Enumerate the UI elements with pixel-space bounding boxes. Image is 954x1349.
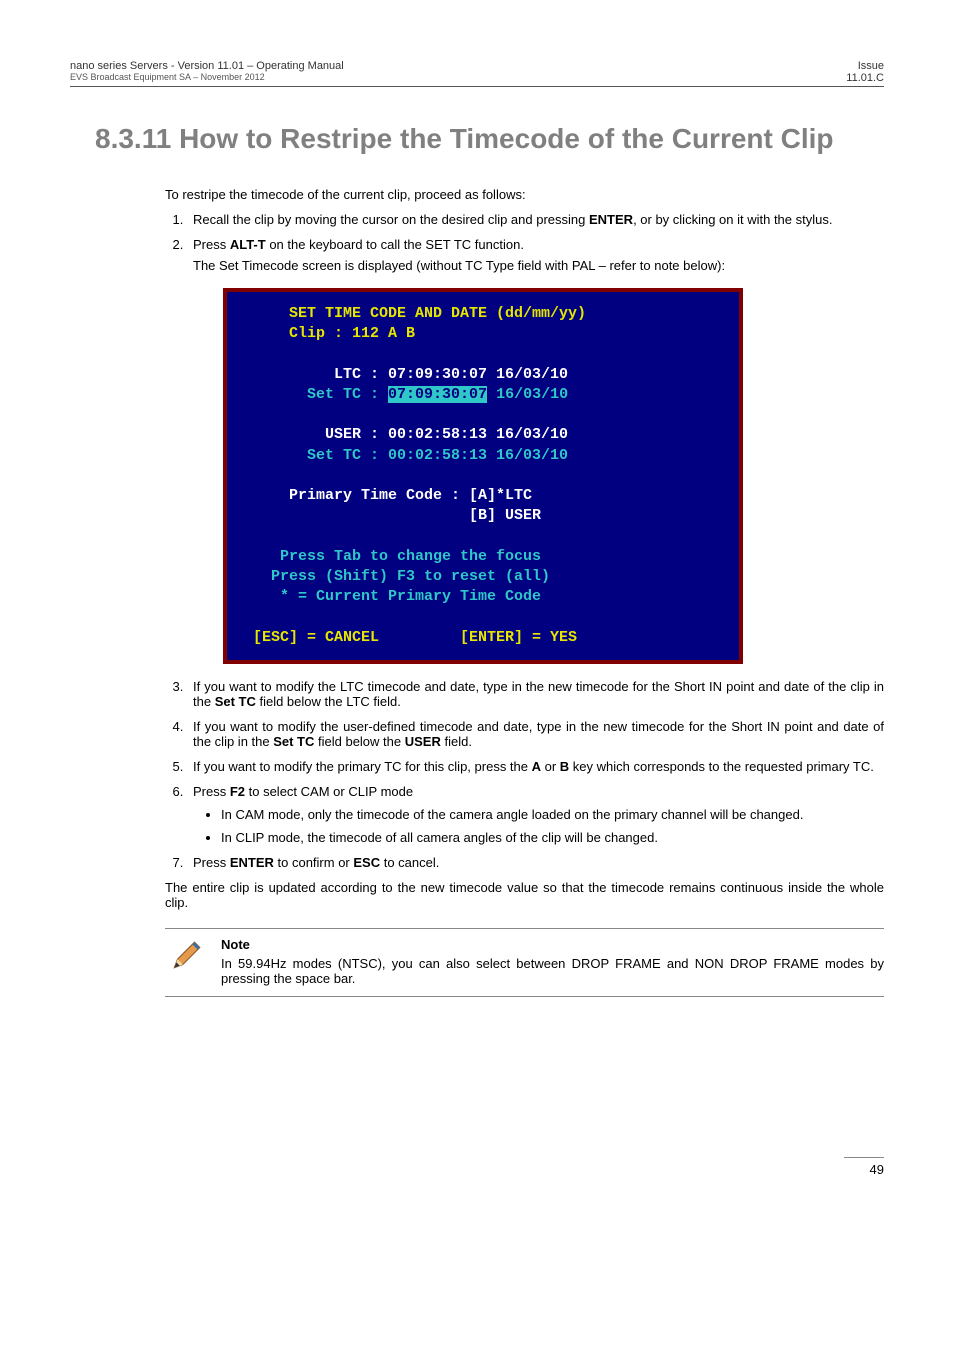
step-5-text-b: or: [541, 759, 560, 774]
header-right-sub: 11.01.C: [846, 72, 884, 84]
step-5-key-a: A: [532, 759, 541, 774]
page-number: 49: [844, 1157, 884, 1177]
steps-list: Recall the clip by moving the cursor on …: [165, 212, 884, 870]
term-line-7: Primary Time Code : [A]*LTC: [235, 487, 532, 504]
step-7-text-b: to confirm or: [274, 855, 353, 870]
step-6-bullet-2: In CLIP mode, the timecode of all camera…: [221, 830, 884, 845]
header-left-top: nano series Servers - Version 11.01 – Op…: [70, 60, 344, 72]
step-6-text-b: to select CAM or CLIP mode: [245, 784, 413, 799]
step-4: If you want to modify the user-defined t…: [187, 719, 884, 749]
step-7-text-c: to cancel.: [380, 855, 439, 870]
note-title: Note: [221, 937, 884, 952]
step-1: Recall the clip by moving the cursor on …: [187, 212, 884, 227]
term-line-5: USER : 00:02:58:13 16/03/10: [235, 426, 568, 443]
note-box: Note In 59.94Hz modes (NTSC), you can al…: [165, 928, 884, 997]
step-5: If you want to modify the primary TC for…: [187, 759, 884, 774]
header-rule: [70, 86, 884, 87]
step-6-text-a: Press: [193, 784, 230, 799]
step-3: If you want to modify the LTC timecode a…: [187, 679, 884, 709]
step-7: Press ENTER to confirm or ESC to cancel.: [187, 855, 884, 870]
set-timecode-terminal: SET TIME CODE AND DATE (dd/mm/yy) Clip :…: [223, 288, 743, 664]
step-3-text-b: field below the LTC field.: [256, 694, 401, 709]
pencil-icon: [169, 939, 203, 978]
step-4-user: USER: [405, 734, 441, 749]
step-6-bullet-1: In CAM mode, only the timecode of the ca…: [221, 807, 884, 822]
section-heading: 8.3.11 How to Restripe the Timecode of t…: [95, 117, 884, 162]
step-4-text-c: field.: [441, 734, 472, 749]
step-2-text-a: Press: [193, 237, 230, 252]
step-6: Press F2 to select CAM or CLIP mode In C…: [187, 784, 884, 845]
step-1-enter: ENTER: [589, 212, 633, 227]
step-7-enter: ENTER: [230, 855, 274, 870]
term-line-8: [B] USER: [235, 507, 541, 524]
term-line-6: Set TC : 00:02:58:13 16/03/10: [235, 447, 568, 464]
step-6-f2: F2: [230, 784, 245, 799]
term-line-2: Clip : 112 A B: [235, 325, 415, 342]
note-body-text: In 59.94Hz modes (NTSC), you can also se…: [221, 956, 884, 986]
intro-paragraph: To restripe the timecode of the current …: [165, 187, 884, 202]
step-7-text-a: Press: [193, 855, 230, 870]
term-line-4c: 16/03/10: [487, 386, 568, 403]
term-line-4b: 07:09:30:07: [388, 386, 487, 403]
term-line-1: SET TIME CODE AND DATE (dd/mm/yy): [235, 305, 586, 322]
step-2-altt: ALT-T: [230, 237, 266, 252]
step-2-sub: The Set Timecode screen is displayed (wi…: [193, 258, 884, 273]
header-right-top: Issue: [846, 60, 884, 72]
header-left-sub: EVS Broadcast Equipment SA – November 20…: [70, 72, 344, 82]
term-line-10: Press (Shift) F3 to reset (all): [235, 568, 550, 585]
step-5-key-b: B: [560, 759, 569, 774]
step-1-text-b: , or by clicking on it with the stylus.: [633, 212, 832, 227]
step-5-text-c: key which corresponds to the requested p…: [569, 759, 874, 774]
step-4-text-b: field below the: [314, 734, 404, 749]
term-line-12: [ESC] = CANCEL [ENTER] = YES: [235, 629, 577, 646]
step-2: Press ALT-T on the keyboard to call the …: [187, 237, 884, 664]
step-7-esc: ESC: [353, 855, 380, 870]
step-1-text-a: Recall the clip by moving the cursor on …: [193, 212, 589, 227]
closing-paragraph: The entire clip is updated according to …: [165, 880, 884, 910]
step-4-settc: Set TC: [273, 734, 314, 749]
step-2-text-b: on the keyboard to call the SET TC funct…: [266, 237, 524, 252]
step-5-text-a: If you want to modify the primary TC for…: [193, 759, 532, 774]
step-3-settc: Set TC: [215, 694, 256, 709]
step-6-bullets: In CAM mode, only the timecode of the ca…: [193, 807, 884, 845]
term-line-4a: Set TC :: [235, 386, 388, 403]
term-line-3: LTC : 07:09:30:07 16/03/10: [235, 366, 568, 383]
term-line-11: * = Current Primary Time Code: [235, 588, 541, 605]
page-header: nano series Servers - Version 11.01 – Op…: [70, 60, 884, 84]
term-line-9: Press Tab to change the focus: [235, 548, 541, 565]
